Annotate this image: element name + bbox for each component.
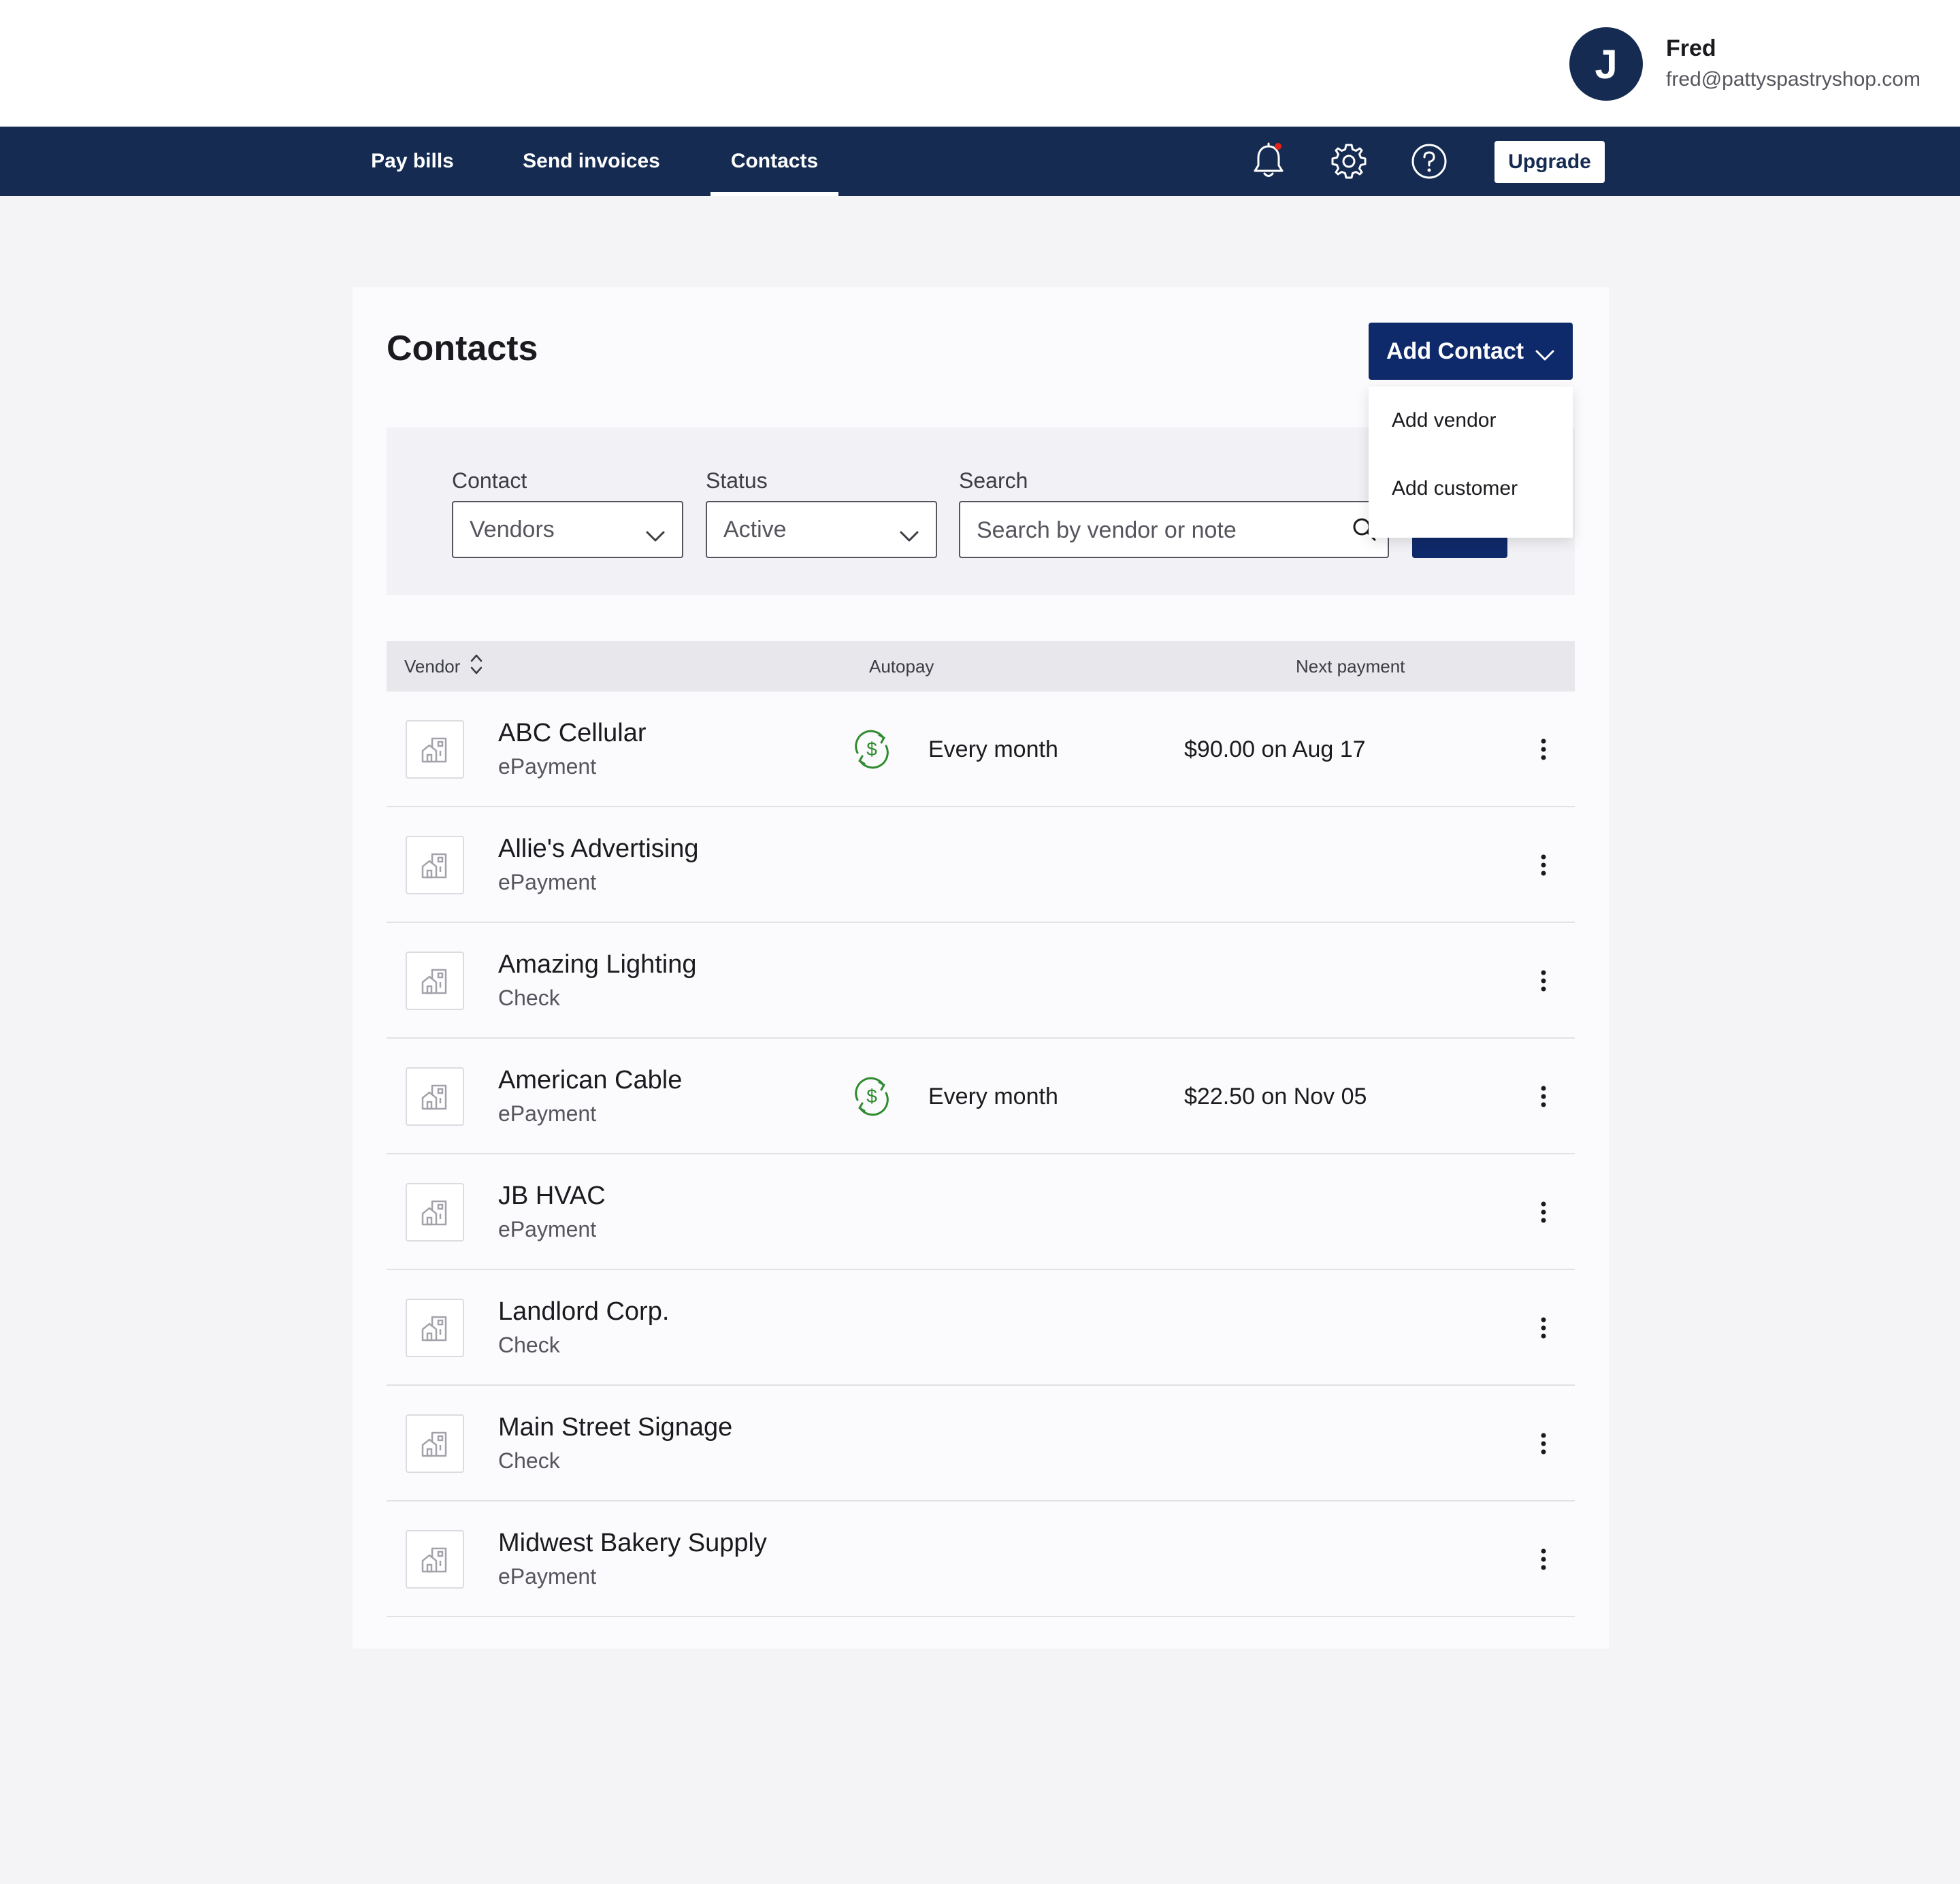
table-row[interactable]: ABC Cellular ePayment $ Every month $90.… <box>387 692 1575 807</box>
vendor-name[interactable]: American Cable <box>498 1066 682 1095</box>
table-row[interactable]: Amazing Lighting Check $ <box>387 923 1575 1039</box>
menu-item-add-customer[interactable]: Add customer <box>1369 455 1573 523</box>
table-row[interactable]: Allie's Advertising ePayment $ <box>387 807 1575 923</box>
help-icon[interactable] <box>1409 141 1450 182</box>
gear-icon[interactable] <box>1328 141 1369 182</box>
tab-send-invoices[interactable]: Send invoices <box>521 127 662 196</box>
building-icon <box>421 1547 447 1573</box>
sort-icon[interactable] <box>470 653 483 681</box>
more-options-icon[interactable] <box>1530 1537 1557 1582</box>
vendor-name[interactable]: Landlord Corp. <box>498 1297 669 1327</box>
payment-method: Check <box>498 1448 560 1473</box>
page-title: Contacts <box>387 329 538 368</box>
building-icon <box>421 737 447 763</box>
payment-method: ePayment <box>498 1564 597 1589</box>
autopay-frequency: Every month <box>928 736 1058 762</box>
table-row[interactable]: Main Street Signage Check $ <box>387 1386 1575 1501</box>
contacts-card: Contacts Add Contact Contact Vendors Sta… <box>353 287 1609 1648</box>
building-icon <box>421 969 447 994</box>
vendor-logo <box>406 836 464 894</box>
add-contact-button[interactable]: Add Contact <box>1369 323 1573 380</box>
contact-select-value: Vendors <box>470 516 555 542</box>
add-contact-label: Add Contact <box>1386 338 1524 364</box>
table-row[interactable]: Midwest Bakery Supply ePayment $ <box>387 1501 1575 1617</box>
building-icon <box>421 1200 447 1226</box>
svg-text:$: $ <box>866 1086 877 1107</box>
user-email: fred@pattyspastryshop.com <box>1666 68 1921 91</box>
tab-pay-bills[interactable]: Pay bills <box>365 127 460 196</box>
vendor-name[interactable]: ABC Cellular <box>498 719 647 748</box>
add-contact-menu: Add vendor Add customer <box>1369 387 1573 538</box>
payment-method: Check <box>498 986 560 1010</box>
top-navigation: Pay bills Send invoices Contacts Upgrade <box>0 127 1960 196</box>
more-options-icon[interactable] <box>1530 958 1557 1003</box>
vendor-logo <box>406 1067 464 1126</box>
search-filter-label: Search <box>959 468 1028 493</box>
autopay-icon: $ <box>849 727 894 772</box>
building-icon <box>421 1316 447 1342</box>
payment-method: Check <box>498 1333 560 1357</box>
payment-method: ePayment <box>498 870 597 894</box>
vendor-logo <box>406 1414 464 1473</box>
payment-method: ePayment <box>498 754 597 779</box>
column-header-next-payment: Next payment <box>1296 655 1405 677</box>
vendor-name[interactable]: Allie's Advertising <box>498 834 699 864</box>
chevron-down-icon <box>899 523 919 549</box>
upgrade-button[interactable]: Upgrade <box>1494 141 1605 183</box>
menu-item-add-vendor[interactable]: Add vendor <box>1369 387 1573 455</box>
tab-contacts[interactable]: Contacts <box>710 127 838 196</box>
search-field[interactable] <box>959 501 1389 558</box>
avatar[interactable]: J <box>1569 27 1643 101</box>
building-icon <box>421 853 447 879</box>
column-header-vendor[interactable]: Vendor <box>404 641 483 692</box>
vendor-logo <box>406 952 464 1010</box>
more-options-icon[interactable] <box>1530 1421 1557 1466</box>
vendor-name[interactable]: Midwest Bakery Supply <box>498 1529 767 1558</box>
table-row[interactable]: American Cable ePayment $ Every month $2… <box>387 1039 1575 1154</box>
table-row[interactable]: JB HVAC ePayment $ <box>387 1154 1575 1270</box>
more-options-icon[interactable] <box>1530 1074 1557 1119</box>
building-icon <box>421 1431 447 1457</box>
vendor-column-label: Vendor <box>404 655 461 677</box>
contact-select[interactable]: Vendors <box>452 501 683 558</box>
table-row[interactable]: Landlord Corp. Check $ <box>387 1270 1575 1386</box>
next-payment: $22.50 on Nov 05 <box>1184 1084 1367 1109</box>
more-options-icon[interactable] <box>1530 727 1557 772</box>
autopay-frequency: Every month <box>928 1084 1058 1109</box>
next-payment: $90.00 on Aug 17 <box>1184 736 1366 762</box>
contact-filter-label: Contact <box>452 468 527 493</box>
svg-text:$: $ <box>866 738 877 760</box>
status-filter-label: Status <box>706 468 768 493</box>
vendor-logo <box>406 1530 464 1589</box>
status-select[interactable]: Active <box>706 501 937 558</box>
status-select-value: Active <box>723 516 787 542</box>
user-header: J Fred fred@pattyspastryshop.com <box>0 0 1960 127</box>
vendor-logo <box>406 720 464 779</box>
vendor-name[interactable]: Amazing Lighting <box>498 950 697 979</box>
payment-method: ePayment <box>498 1217 597 1241</box>
notification-dot <box>1275 143 1281 150</box>
vendor-logo <box>406 1183 464 1241</box>
chevron-down-icon <box>645 523 666 549</box>
column-header-autopay: Autopay <box>869 655 934 677</box>
vendor-name[interactable]: JB HVAC <box>498 1182 606 1211</box>
user-name: Fred <box>1666 35 1716 61</box>
more-options-icon[interactable] <box>1530 1305 1557 1350</box>
autopay-icon: $ <box>849 1074 894 1119</box>
more-options-icon[interactable] <box>1530 1190 1557 1235</box>
more-options-icon[interactable] <box>1530 843 1557 888</box>
vendor-name[interactable]: Main Street Signage <box>498 1413 732 1442</box>
bell-icon[interactable] <box>1248 141 1289 182</box>
search-input[interactable] <box>977 516 1330 545</box>
table-header: Vendor Autopay Next payment <box>387 641 1575 692</box>
payment-method: ePayment <box>498 1101 597 1126</box>
building-icon <box>421 1084 447 1110</box>
vendor-logo <box>406 1299 464 1357</box>
chevron-down-icon <box>1535 342 1555 368</box>
